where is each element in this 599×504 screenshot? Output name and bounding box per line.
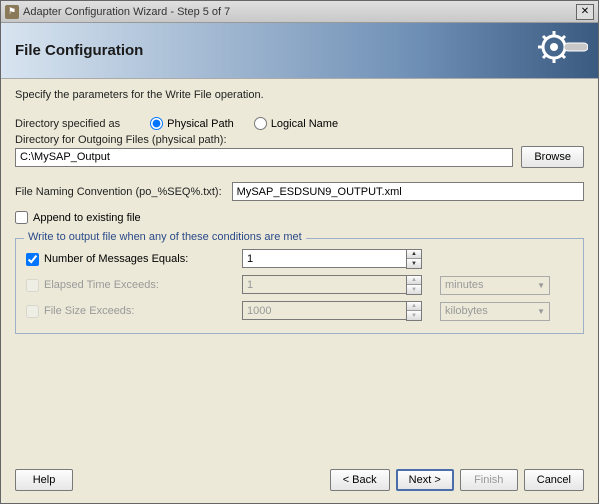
next-button[interactable]: Next > <box>396 469 454 491</box>
msg-equals-checkbox[interactable] <box>26 253 39 266</box>
outdir-label: Directory for Outgoing Files (physical p… <box>15 134 584 146</box>
elapsed-unit-label: minutes <box>445 279 484 291</box>
filesize-unit-label: kilobytes <box>445 305 488 317</box>
filesize-checkbox <box>26 305 39 318</box>
conditions-group: Write to output file when any of these c… <box>15 238 584 334</box>
naming-label: File Naming Convention (po_%SEQ%.txt): <box>15 186 222 198</box>
msg-equals-down[interactable]: ▼ <box>407 259 421 268</box>
radio-logical-input[interactable] <box>254 117 267 130</box>
elapsed-checkbox <box>26 279 39 292</box>
radio-physical-label: Physical Path <box>167 118 234 130</box>
footer-bar: Help < Back Next > Finish Cancel <box>1 461 598 503</box>
content-area: Specify the parameters for the Write Fil… <box>1 79 598 461</box>
msg-equals-spinner[interactable]: ▲ ▼ <box>242 249 422 269</box>
radio-logical-name[interactable]: Logical Name <box>254 117 338 130</box>
append-checkbox[interactable] <box>15 211 28 224</box>
filesize-up: ▲ <box>407 302 421 311</box>
elapsed-up: ▲ <box>407 276 421 285</box>
elapsed-down: ▼ <box>407 285 421 294</box>
radio-physical-path[interactable]: Physical Path <box>150 117 234 130</box>
titlebar: ⚑ Adapter Configuration Wizard - Step 5 … <box>1 1 598 23</box>
radio-physical-input[interactable] <box>150 117 163 130</box>
wizard-header: File Configuration <box>1 23 598 79</box>
outdir-input[interactable] <box>15 148 513 167</box>
help-button[interactable]: Help <box>15 469 73 491</box>
filesize-option: File Size Exceeds: <box>26 305 236 318</box>
browse-button[interactable]: Browse <box>521 146 584 168</box>
conditions-legend: Write to output file when any of these c… <box>24 231 306 243</box>
window-title: Adapter Configuration Wizard - Step 5 of… <box>23 6 576 18</box>
chevron-down-icon: ▼ <box>537 281 545 290</box>
cancel-button[interactable]: Cancel <box>524 469 584 491</box>
chevron-down-icon: ▼ <box>537 307 545 316</box>
dir-spec-label: Directory specified as <box>15 118 120 130</box>
back-button[interactable]: < Back <box>330 469 390 491</box>
filesize-input <box>242 301 406 320</box>
elapsed-input <box>242 275 406 294</box>
finish-button: Finish <box>460 469 518 491</box>
naming-input[interactable] <box>232 182 584 201</box>
elapsed-spinner: ▲ ▼ <box>242 275 422 295</box>
filesize-unit-select: kilobytes ▼ <box>440 302 550 321</box>
elapsed-option: Elapsed Time Exceeds: <box>26 279 236 292</box>
page-title: File Configuration <box>15 42 143 59</box>
app-icon: ⚑ <box>5 5 19 19</box>
radio-logical-label: Logical Name <box>271 118 338 130</box>
filesize-label: File Size Exceeds: <box>44 305 134 317</box>
filesize-spinner: ▲ ▼ <box>242 301 422 321</box>
gear-icon <box>538 29 588 76</box>
msg-equals-label: Number of Messages Equals: <box>44 253 188 265</box>
elapsed-unit-select: minutes ▼ <box>440 276 550 295</box>
msg-equals-input[interactable] <box>242 249 406 268</box>
msg-equals-option[interactable]: Number of Messages Equals: <box>26 253 236 266</box>
append-label: Append to existing file <box>33 212 141 224</box>
filesize-down: ▼ <box>407 311 421 320</box>
instruction-text: Specify the parameters for the Write Fil… <box>15 89 584 101</box>
close-button[interactable]: ✕ <box>576 4 594 20</box>
wizard-window: ⚑ Adapter Configuration Wizard - Step 5 … <box>0 0 599 504</box>
msg-equals-up[interactable]: ▲ <box>407 250 421 259</box>
elapsed-label: Elapsed Time Exceeds: <box>44 279 159 291</box>
